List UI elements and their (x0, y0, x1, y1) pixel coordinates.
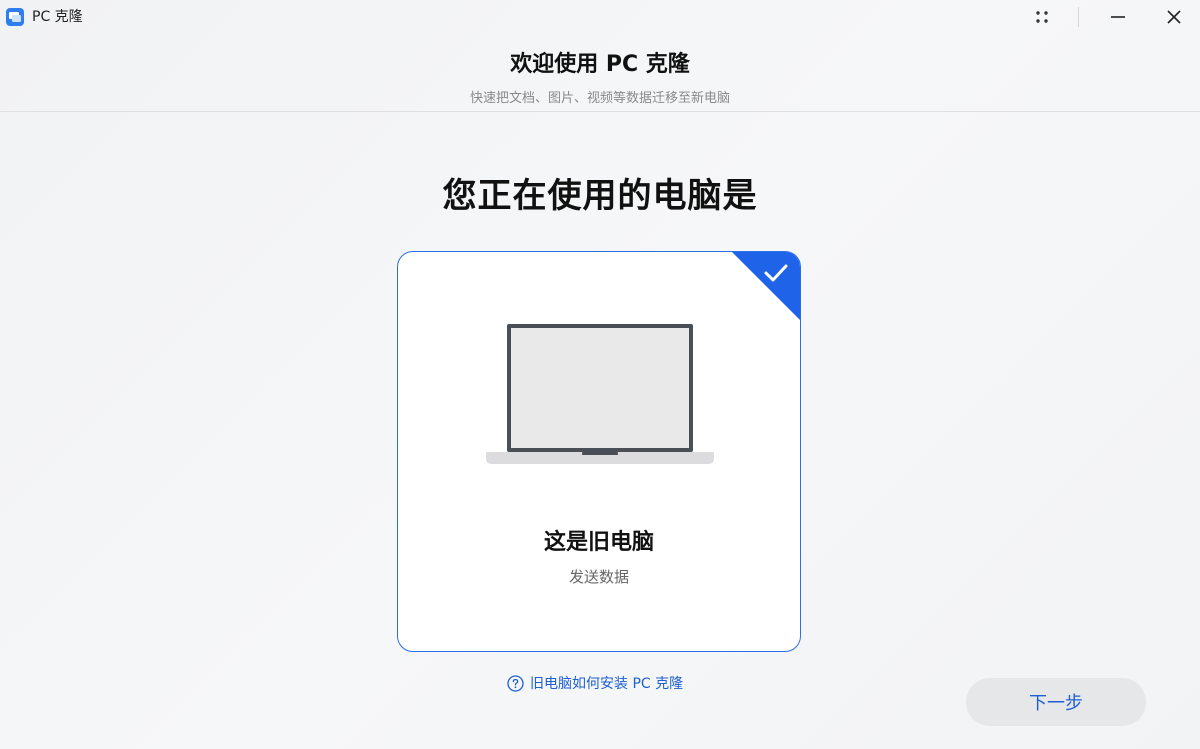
titlebar-divider (1078, 7, 1079, 27)
next-button[interactable]: 下一步 (966, 678, 1146, 726)
old-pc-option-card[interactable]: 这是旧电脑 发送数据 (397, 251, 801, 652)
check-icon (732, 252, 800, 320)
page-title: 欢迎使用 PC 克隆 (510, 52, 690, 77)
page-subtitle: 快速把文档、图片、视频等数据迁移至新电脑 (469, 91, 730, 106)
more-options-button[interactable] (1020, 0, 1064, 34)
minimize-button[interactable] (1096, 0, 1140, 34)
header-divider (0, 111, 1200, 112)
grid-dots-icon (1036, 11, 1048, 23)
close-icon (1167, 10, 1181, 24)
pc-clone-app-icon (6, 8, 24, 26)
question-circle-icon (507, 674, 524, 692)
minimize-icon (1111, 16, 1125, 18)
app-title: PC 克隆 (32, 9, 83, 25)
card-subtitle: 发送数据 (568, 568, 629, 586)
help-link-label: 旧电脑如何安装 PC 克隆 (530, 676, 684, 692)
close-button[interactable] (1152, 0, 1196, 34)
app-window: PC 克隆 欢迎使用 PC 克隆 快速把文档、图片、视频等数据迁移至新电脑 您正… (0, 0, 1200, 749)
install-help-link[interactable]: 旧电脑如何安装 PC 克隆 (507, 672, 683, 694)
device-role-question: 您正在使用的电脑是 (442, 176, 758, 216)
title-bar: PC 克隆 (0, 0, 1200, 36)
laptop-icon (486, 324, 714, 464)
card-title: 这是旧电脑 (543, 530, 654, 555)
